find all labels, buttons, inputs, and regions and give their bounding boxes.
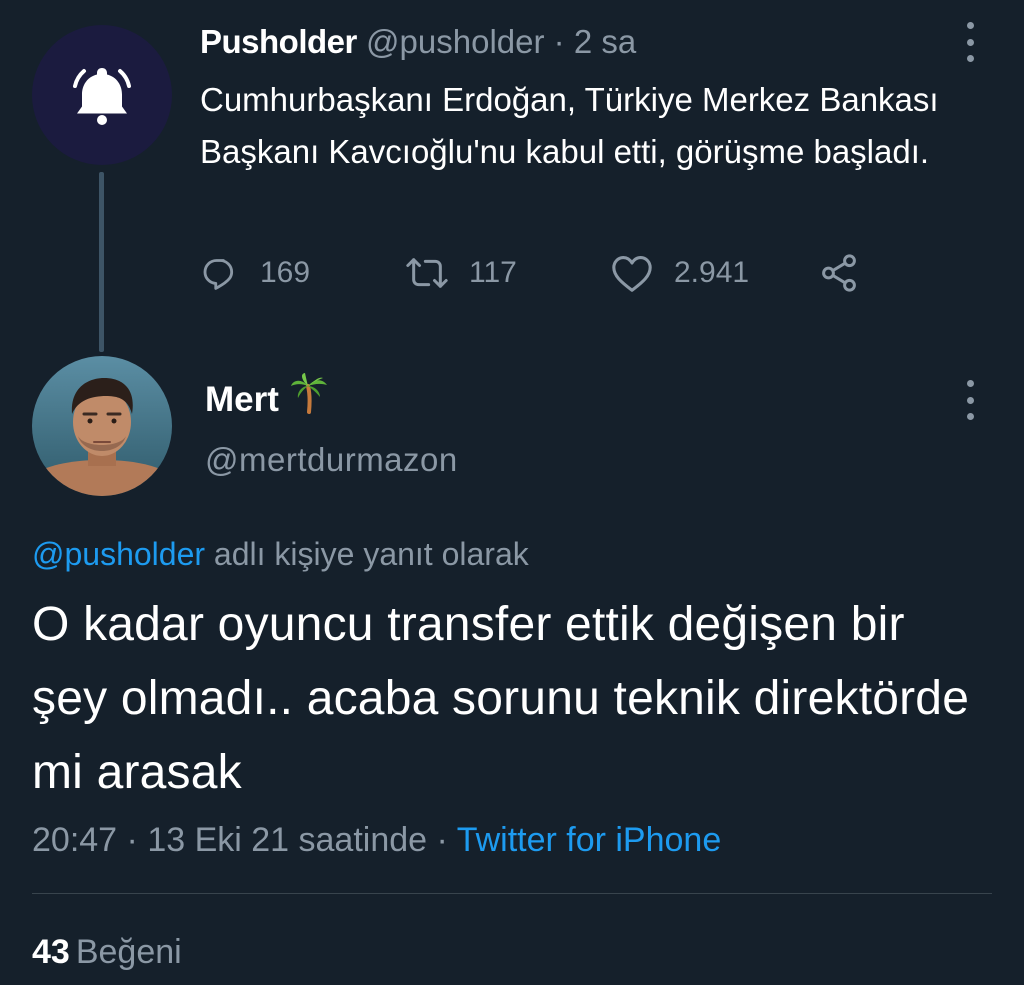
meta-separator-2: · bbox=[427, 821, 457, 859]
reply-tweet-text: O kadar oyuncu transfer ettik değişen bi… bbox=[32, 598, 970, 799]
replying-to-suffix: adlı kişiye yanıt olarak bbox=[205, 536, 529, 572]
retweet-icon bbox=[406, 258, 448, 288]
parent-tweet-text: Cumhurbaşkanı Erdoğan, Türkiye Merkez Ba… bbox=[200, 81, 939, 170]
reply-icon bbox=[203, 259, 234, 290]
parent-tweet-header: Pusholder @pusholder · 2 sa bbox=[200, 20, 636, 64]
mert-avatar[interactable] bbox=[32, 356, 172, 496]
tweet-time-ago[interactable]: 2 sa bbox=[574, 23, 636, 60]
likes-summary[interactable]: 43 Beğeni bbox=[32, 928, 182, 976]
retweet-button[interactable]: 117 bbox=[405, 253, 610, 293]
share-icon bbox=[822, 254, 856, 292]
author-handle[interactable]: @pusholder bbox=[366, 23, 544, 60]
reply-button[interactable]: 169 bbox=[200, 253, 405, 293]
tweet-date[interactable]: 13 Eki 21 saatinde bbox=[147, 821, 427, 859]
profile-photo bbox=[32, 356, 172, 496]
reply-count: 169 bbox=[260, 256, 311, 289]
heart-icon bbox=[612, 256, 652, 292]
thread-connector-line bbox=[99, 172, 104, 352]
like-count: 2.941 bbox=[674, 256, 750, 289]
reply-more-options-icon[interactable] bbox=[964, 380, 976, 420]
pusholder-avatar[interactable] bbox=[32, 25, 172, 165]
replying-to: @pusholder adlı kişiye yanıt olarak bbox=[32, 530, 529, 578]
header-separator: · bbox=[544, 23, 574, 60]
share-button[interactable] bbox=[818, 252, 860, 294]
meta-separator: · bbox=[117, 821, 148, 859]
tweet-meta: 20:47 · 13 Eki 21 saatinde · Twitter for… bbox=[32, 816, 721, 864]
author-name[interactable]: Pusholder bbox=[200, 23, 357, 60]
tweet-source[interactable]: Twitter for iPhone bbox=[457, 821, 722, 859]
likes-label: Beğeni bbox=[75, 933, 182, 971]
tweet-time[interactable]: 20:47 bbox=[32, 821, 117, 859]
like-button[interactable]: 2.941 bbox=[610, 253, 818, 293]
divider bbox=[32, 893, 992, 894]
replying-to-link[interactable]: @pusholder bbox=[32, 536, 205, 572]
likes-count: 43 bbox=[32, 933, 70, 971]
parent-tweet-actions: 169 117 2.941 bbox=[200, 247, 860, 299]
retweet-count: 117 bbox=[469, 256, 517, 289]
author-handle[interactable]: @mertdurmazon bbox=[205, 436, 458, 484]
bell-icon bbox=[73, 68, 131, 125]
palm-tree-icon bbox=[289, 372, 329, 427]
author-name[interactable]: Mert bbox=[205, 376, 279, 424]
parent-more-options-icon[interactable] bbox=[964, 22, 976, 62]
reply-author-name-row: Mert bbox=[205, 372, 329, 427]
